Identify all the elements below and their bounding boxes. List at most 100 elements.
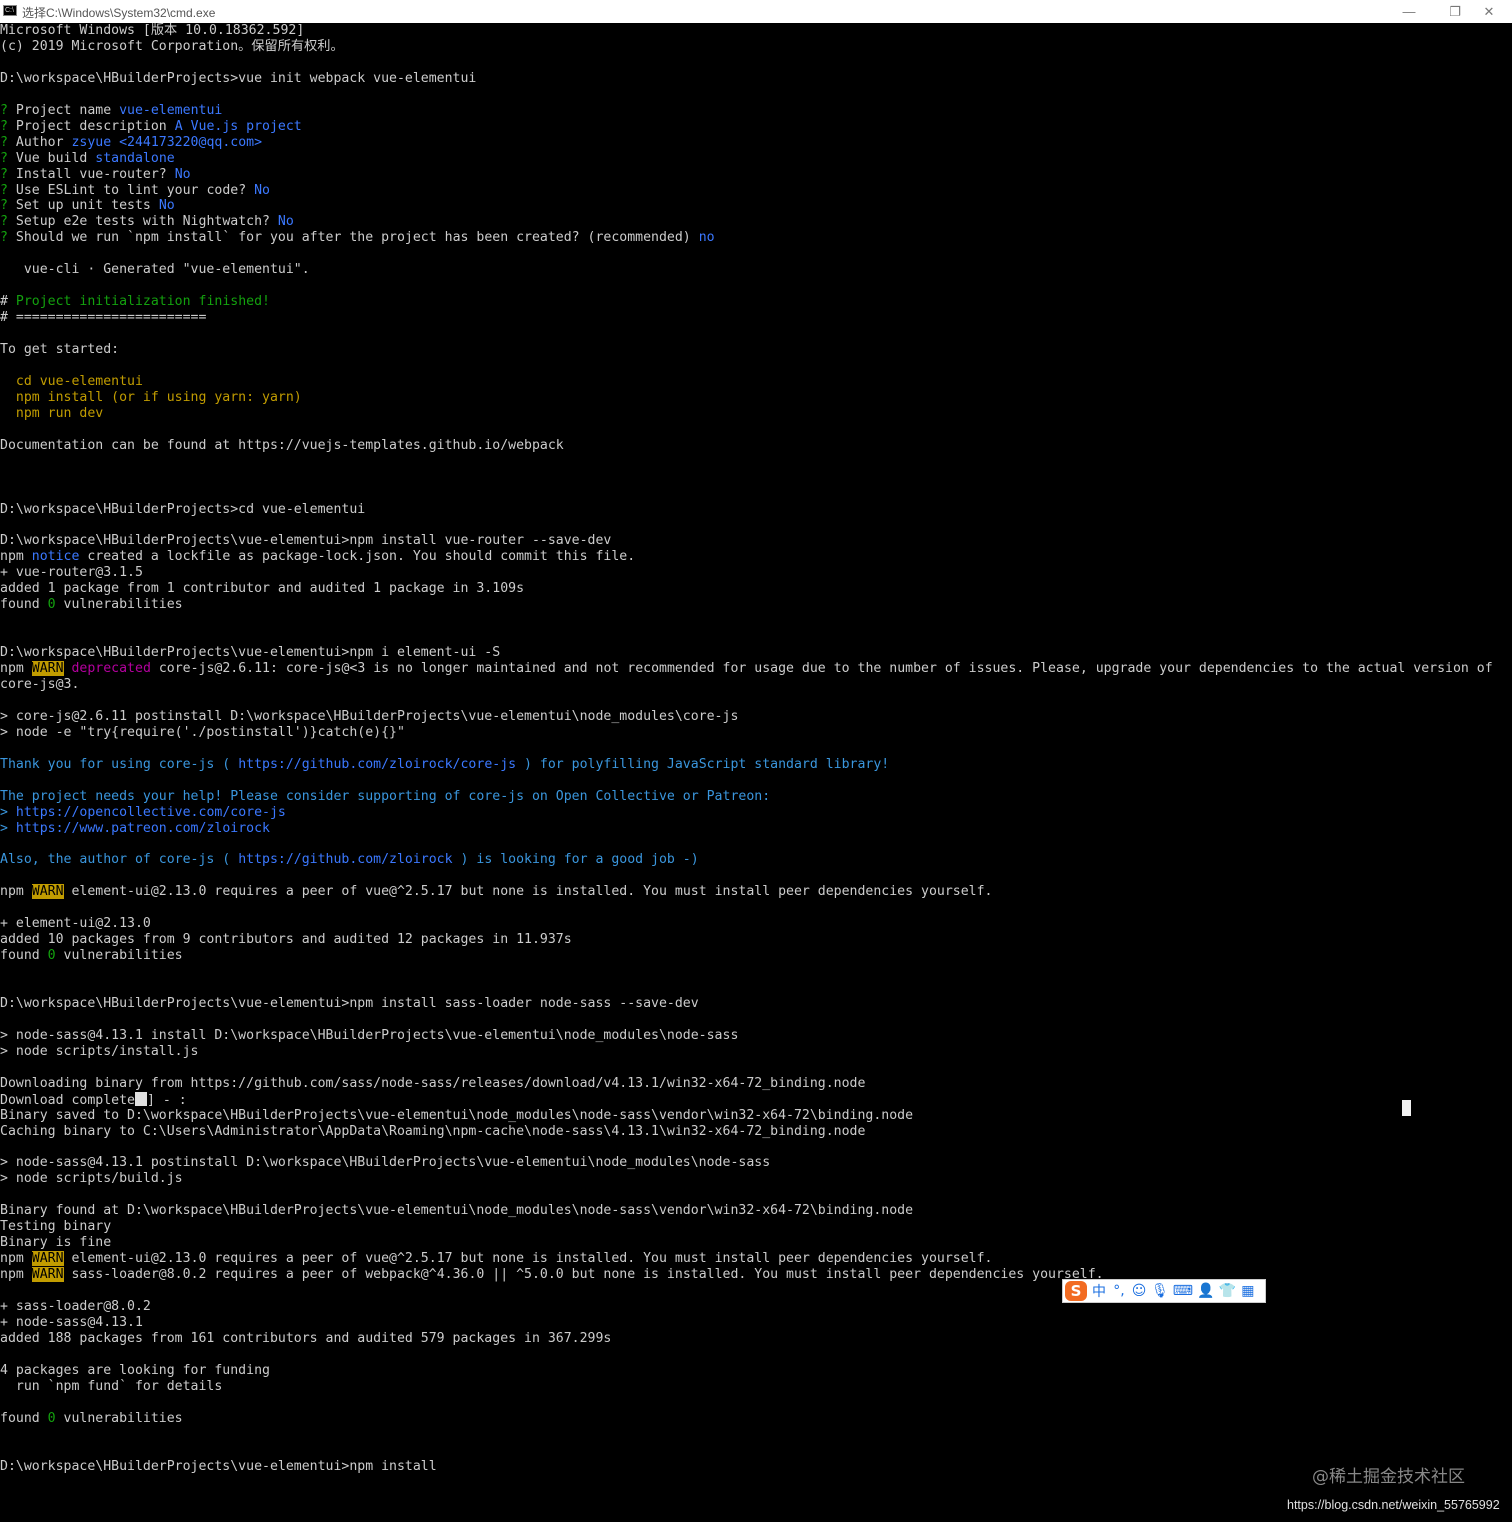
console-line: Download complete ] - : [0,1091,187,1109]
console-line: ? Set up unit tests No [0,198,175,214]
console-line: > node scripts/install.js [0,1044,199,1060]
console-text: Caching binary to C:\Users\Administrator… [0,1123,866,1139]
warn-badge: WARN [31,1251,64,1267]
console-line: Binary is fine [0,1235,111,1251]
console-text: https://www.patreon.com/zloirock [15,820,270,836]
console-text: npm [0,884,32,900]
console-text: Binary is fine [0,1235,112,1251]
watermark: @稀土掘金技术社区 [1312,1467,1465,1487]
console-line: Binary found at D:\workspace\HBuilderPro… [0,1203,913,1219]
text-cursor [1402,1100,1411,1116]
keyboard-icon[interactable]: ⌨ [1173,1283,1193,1299]
console-line: > node-sass@4.13.1 postinstall D:\worksp… [0,1155,770,1171]
console-line: added 188 packages from 161 contributors… [0,1331,611,1347]
console-text: 4 packages are looking for funding [0,1362,270,1378]
console-line: added 10 packages from 9 contributors an… [0,932,572,948]
console-text: sass-loader@8.0.2 requires a peer of web… [63,1267,1104,1283]
console-line: (c) 2019 Microsoft Corporation。保留所有权利。 [0,39,344,55]
console-line: To get started: [0,342,119,358]
console-text: ? [0,118,16,134]
console-text: Set up unit tests [15,198,159,214]
console-line: ? Author zsyue <244173220@qq.com> [0,135,262,151]
console-text: https://opencollective.com/core-js [15,804,286,820]
console-text: element-ui@2.13.0 requires a peer of vue… [63,884,993,900]
console-line: D:\workspace\HBuilderProjects>cd vue-ele… [0,502,365,518]
console-text: ? [0,166,16,182]
console-text: Project initialization finished! [15,294,270,310]
console-line: > https://www.patreon.com/zloirock [0,821,270,837]
warn-badge: WARN [31,661,64,676]
console-text: Author [15,134,72,150]
console-line: + vue-router@3.1.5 [0,565,143,581]
console-text: No [254,182,270,198]
console-text: D:\workspace\HBuilderProjects\vue-elemen… [0,995,699,1011]
console-line: + node-sass@4.13.1 [0,1315,143,1331]
chinese-mode-icon[interactable]: 中 [1091,1281,1107,1301]
console-text: core-js@3. [0,676,80,692]
console-text: found [0,948,48,964]
console-line: found 0 vulnerabilities [0,948,183,964]
console-text: core-js@2.6.11: core-js@<3 is no longer … [150,661,1493,676]
console-text: found [0,1410,48,1426]
console-line: npm run dev [0,406,103,422]
console-text: notice [31,549,80,565]
console-line: > https://opencollective.com/core-js [0,805,286,821]
console-text: npm [0,1267,32,1283]
console-text: ? [0,150,16,166]
console-line: Binary saved to D:\workspace\HBuilderPro… [0,1108,913,1124]
console-text: To get started: [0,342,120,357]
console-line: 4 packages are looking for funding [0,1363,270,1379]
emoji-icon[interactable]: ☺ [1131,1283,1147,1299]
console-text: D:\workspace\HBuilderProjects>vue init w… [0,70,477,86]
console-line: npm WARN element-ui@2.13.0 requires a pe… [0,884,992,900]
progress-block [134,1091,147,1106]
console-text: ) is looking for a good job -) [452,852,699,868]
minimize-button[interactable]: — [1386,0,1432,23]
console-text: A Vue.js project [174,118,302,134]
console-line: # ======================== [0,310,206,326]
console-text: Vue build [15,150,96,166]
ime-toolbar[interactable]: S 中 °, ☺ 🎙 ⌨ 👤 👕 ▦ [1062,1279,1266,1303]
console-line: added 1 package from 1 contributor and a… [0,581,524,597]
warn-badge: WARN [31,1267,64,1283]
console-text: (c) 2019 Microsoft Corporation。保留所有权利。 [0,38,344,54]
console-text: Testing binary [0,1219,112,1235]
user-icon[interactable]: 👤 [1197,1283,1214,1299]
console-line: npm install (or if using yarn: yarn) [0,390,302,406]
microphone-icon[interactable]: 🎙 [1151,1283,1169,1299]
console-text: added 1 package from 1 contributor and a… [0,581,525,597]
console-line: ? Setup e2e tests with Nightwatch? No [0,214,294,230]
console-text: Project description [15,118,175,134]
console-text: ? [0,198,16,214]
console-text: > node-sass@4.13.1 postinstall D:\worksp… [0,1155,771,1171]
console-text: Also, the author of core-js ( [0,852,239,868]
console-text: deprecated [71,661,151,676]
console-text: zsyue <244173220@qq.com> [71,134,263,150]
console-text: npm [0,1251,32,1267]
console-line: Documentation can be found at https://vu… [0,438,564,454]
sogou-logo-icon[interactable]: S [1065,1281,1087,1301]
console-text: Download complete [0,1092,135,1108]
console-text: D:\workspace\HBuilderProjects>cd vue-ele… [0,501,366,517]
skin-icon[interactable]: 👕 [1218,1283,1235,1299]
console-text: Binary found at D:\workspace\HBuilderPro… [0,1203,914,1219]
console-line: npm WARN element-ui@2.13.0 requires a pe… [0,1251,992,1267]
console-text: ] - : [146,1092,187,1108]
console-text: element-ui@2.13.0 requires a peer of vue… [63,1251,993,1267]
console-line: ? Use ESLint to lint your code? No [0,183,270,199]
console-line: cd vue-elementui [0,374,143,390]
console-line: # Project initialization finished! [0,294,270,310]
console-text: + element-ui@2.13.0 [0,916,151,932]
console-text: D:\workspace\HBuilderProjects\vue-elemen… [0,533,612,549]
console-text: run `npm fund` for details [0,1378,223,1394]
console-text: + sass-loader@8.0.2 [0,1299,151,1314]
console-line: npm WARN sass-loader@8.0.2 requires a pe… [0,1267,1104,1283]
console-text: # ======================== [0,310,207,326]
console-text: ? [0,134,16,150]
console-output[interactable]: Microsoft Windows [版本 10.0.18362.592] (c)… [0,23,1512,1522]
punctuation-icon[interactable]: °, [1111,1283,1127,1299]
console-text: added 10 packages from 9 contributors an… [0,932,572,948]
toolbox-icon[interactable]: ▦ [1240,1283,1256,1299]
source-url: https://blog.csdn.net/weixin_55765992 [1287,1498,1500,1512]
close-button[interactable]: ✕ [1466,0,1512,23]
